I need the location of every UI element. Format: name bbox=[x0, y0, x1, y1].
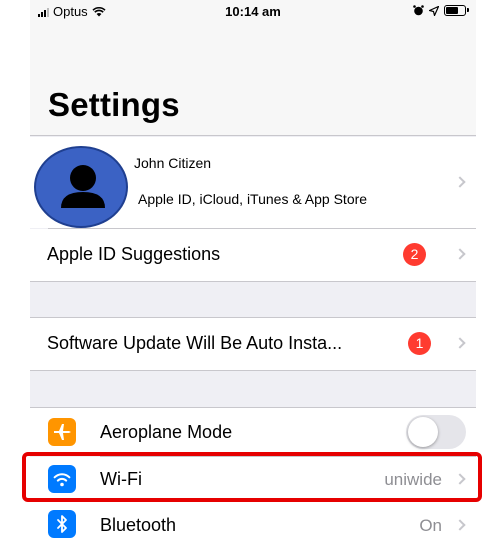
navigation-bar: Settings bbox=[30, 24, 476, 136]
divider bbox=[30, 370, 476, 371]
battery-icon bbox=[444, 5, 469, 16]
avatar bbox=[34, 146, 128, 228]
aeroplane-mode-toggle[interactable] bbox=[406, 415, 466, 449]
divider bbox=[30, 281, 476, 282]
status-bar: Optus 10:14 am bbox=[30, 0, 476, 24]
software-update-row[interactable]: Software Update Will Be Auto Insta... 1 bbox=[30, 318, 476, 370]
aeroplane-mode-row: Aeroplane Mode bbox=[30, 408, 476, 456]
profile-name: John Citizen bbox=[134, 155, 212, 171]
software-update-label: Software Update Will Be Auto Insta... bbox=[47, 333, 343, 353]
profile-subtitle: Apple ID, iCloud, iTunes & App Store bbox=[138, 191, 368, 207]
notification-badge: 1 bbox=[408, 332, 431, 355]
chevron-right-icon bbox=[454, 176, 466, 188]
chevron-right-icon bbox=[454, 248, 466, 260]
apple-id-suggestions-label: Apple ID Suggestions bbox=[47, 244, 221, 264]
apple-id-suggestions-row[interactable]: Apple ID Suggestions 2 bbox=[30, 229, 476, 281]
apple-id-profile-row[interactable]: John Citizen Apple ID, iCloud, iTunes & … bbox=[30, 137, 476, 228]
aeroplane-mode-label: Aeroplane Mode bbox=[100, 422, 233, 442]
page-title: Settings bbox=[48, 86, 180, 123]
user-silhouette-icon bbox=[61, 165, 105, 208]
toggle-knob bbox=[408, 417, 438, 447]
status-time: 10:14 am bbox=[225, 4, 281, 19]
chevron-right-icon bbox=[454, 337, 466, 349]
wifi-highlight-box bbox=[22, 452, 482, 502]
bluetooth-status: On bbox=[419, 516, 442, 535]
bluetooth-label: Bluetooth bbox=[100, 515, 177, 535]
alarm-icon bbox=[413, 5, 424, 16]
airplane-icon bbox=[48, 418, 76, 446]
bluetooth-row[interactable]: Bluetooth On bbox=[30, 502, 476, 546]
chevron-right-icon bbox=[454, 519, 466, 531]
location-icon bbox=[429, 5, 439, 16]
bluetooth-icon bbox=[48, 510, 76, 538]
notification-badge: 2 bbox=[403, 243, 426, 266]
